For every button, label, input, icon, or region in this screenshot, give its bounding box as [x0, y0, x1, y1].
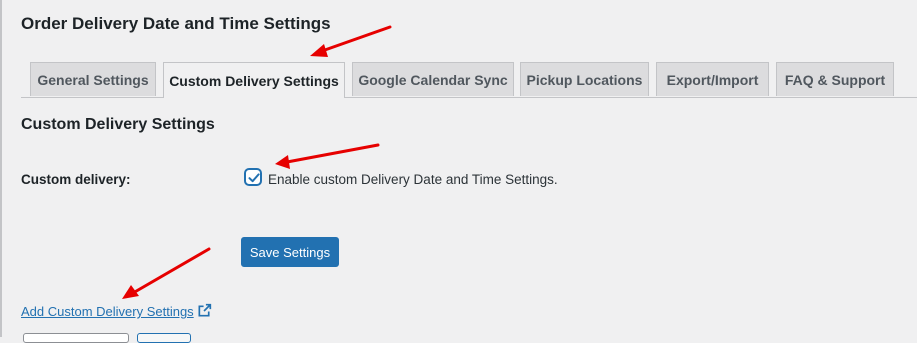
tab-pickup-locations[interactable]: Pickup Locations [520, 62, 649, 96]
tab-custom-delivery-settings[interactable]: Custom Delivery Settings [163, 62, 345, 98]
section-title: Custom Delivery Settings [21, 116, 215, 133]
custom-delivery-label: Custom delivery: [21, 172, 131, 187]
page-title: Order Delivery Date and Time Settings [21, 14, 331, 33]
tab-bar-baseline [21, 97, 917, 98]
secondary-button-partial-2[interactable] [137, 333, 191, 343]
red-arrow-icon [122, 247, 211, 299]
annotation-arrows [122, 25, 392, 299]
custom-delivery-checkbox-label[interactable]: Enable custom Delivery Date and Time Set… [268, 172, 558, 187]
custom-delivery-checkbox[interactable] [245, 169, 261, 185]
admin-sidebar-edge [0, 0, 2, 337]
tab-general-settings[interactable]: General Settings [30, 62, 156, 96]
external-link-icon[interactable] [197, 303, 212, 318]
add-custom-delivery-settings-link[interactable]: Add Custom Delivery Settings [21, 304, 194, 319]
tab-export-import[interactable]: Export/Import [656, 62, 769, 96]
secondary-button-partial[interactable] [23, 333, 129, 343]
red-arrow-icon [275, 143, 380, 169]
tab-google-calendar-sync[interactable]: Google Calendar Sync [352, 62, 514, 96]
tab-faq-support[interactable]: FAQ & Support [776, 62, 894, 96]
check-icon [248, 173, 260, 183]
save-settings-button[interactable]: Save Settings [241, 237, 339, 267]
